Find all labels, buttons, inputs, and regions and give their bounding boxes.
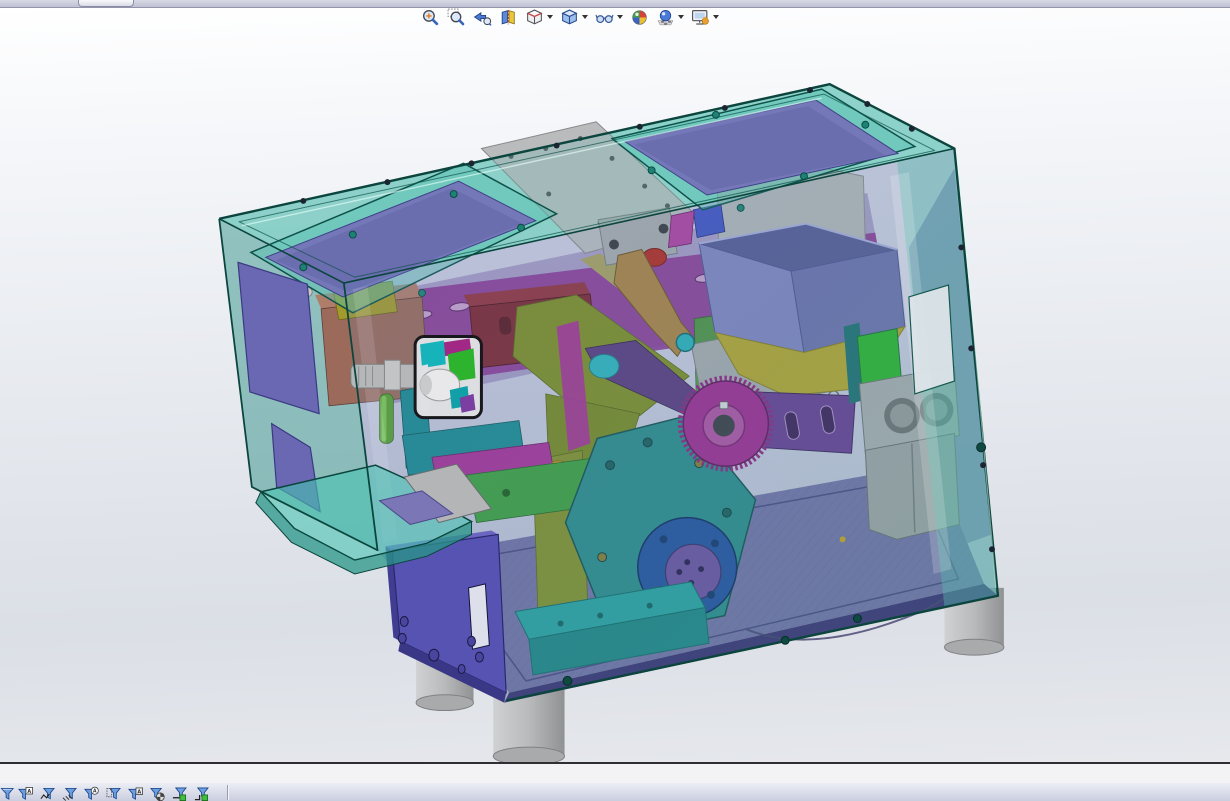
display-style-button[interactable] [558, 6, 580, 28]
previous-view-button[interactable] [471, 6, 493, 28]
hide-show-items-dropdown-arrow[interactable] [617, 15, 623, 19]
heads-up-view-toolbar [417, 5, 722, 29]
filter-notes-icon: A [18, 787, 33, 800]
filter-cosmetic-threads-button[interactable] [106, 786, 121, 801]
previous-view-icon [473, 11, 492, 26]
section-view-button[interactable] [497, 6, 519, 28]
clear-all-filters-icon [0, 787, 15, 800]
view-orientation-dropdown-arrow[interactable] [547, 15, 553, 19]
display-style-icon [560, 9, 578, 24]
filter-weld-symbols-button[interactable] [40, 786, 55, 801]
svg-text:A: A [27, 789, 31, 795]
zoom-to-area-icon [447, 8, 464, 25]
svg-text:A: A [137, 789, 141, 795]
filter-weld-symbols-icon [40, 787, 55, 800]
filter-surface-finish-symbols-button[interactable] [62, 786, 77, 801]
filter-routing-points-icon [194, 787, 209, 801]
filter-decals-button[interactable] [150, 786, 165, 801]
filter-cosmetic-threads-icon [106, 787, 121, 800]
edit-appearance-icon [631, 9, 647, 25]
apply-scene-dropdown-arrow[interactable] [678, 15, 684, 19]
apply-scene-button[interactable] [654, 6, 676, 28]
clear-all-filters-button[interactable] [0, 786, 15, 801]
zoom-to-fit-icon [422, 9, 438, 25]
zoom-to-area-button[interactable] [445, 6, 467, 28]
cad-application-window: A A A [0, 0, 1230, 801]
graphics-viewport[interactable] [0, 8, 1230, 762]
svg-text:A: A [93, 789, 97, 795]
filter-balloons-button[interactable]: A [84, 786, 99, 801]
filter-surface-finish-symbols-icon [62, 787, 77, 801]
left-face-window-upper [237, 261, 320, 415]
display-style-dropdown-arrow[interactable] [582, 15, 588, 19]
filter-notes-button[interactable]: A [18, 786, 33, 801]
toolbar-separator [227, 785, 228, 800]
section-view-icon [501, 9, 515, 24]
hide-show-items-button[interactable] [593, 6, 615, 28]
view-settings-button[interactable] [689, 6, 711, 28]
3d-model-assembly [218, 83, 1005, 762]
lower-strip [0, 764, 1230, 784]
view-orientation-button[interactable] [523, 6, 545, 28]
menu-collapsed-tab[interactable] [78, 0, 134, 7]
filter-routing-points-button[interactable] [194, 786, 209, 801]
hide-show-items-icon [594, 14, 614, 23]
zoom-to-fit-button[interactable] [419, 6, 441, 28]
filter-connection-points-icon [172, 787, 187, 801]
view-settings-dropdown-arrow[interactable] [713, 15, 719, 19]
view-orientation-icon [525, 9, 543, 24]
right-wall-window [908, 284, 956, 395]
view-settings-icon [691, 9, 709, 25]
filter-decals-icon [150, 787, 165, 801]
apply-scene-icon [657, 9, 673, 25]
filter-datum-targets-icon: A [128, 787, 143, 800]
status-bar: A A A [0, 783, 1230, 801]
filter-connection-points-button[interactable] [172, 786, 187, 801]
filter-balloons-icon: A [84, 786, 99, 800]
filter-datum-targets-button[interactable]: A [128, 786, 143, 801]
edit-appearance-button[interactable] [628, 6, 650, 28]
